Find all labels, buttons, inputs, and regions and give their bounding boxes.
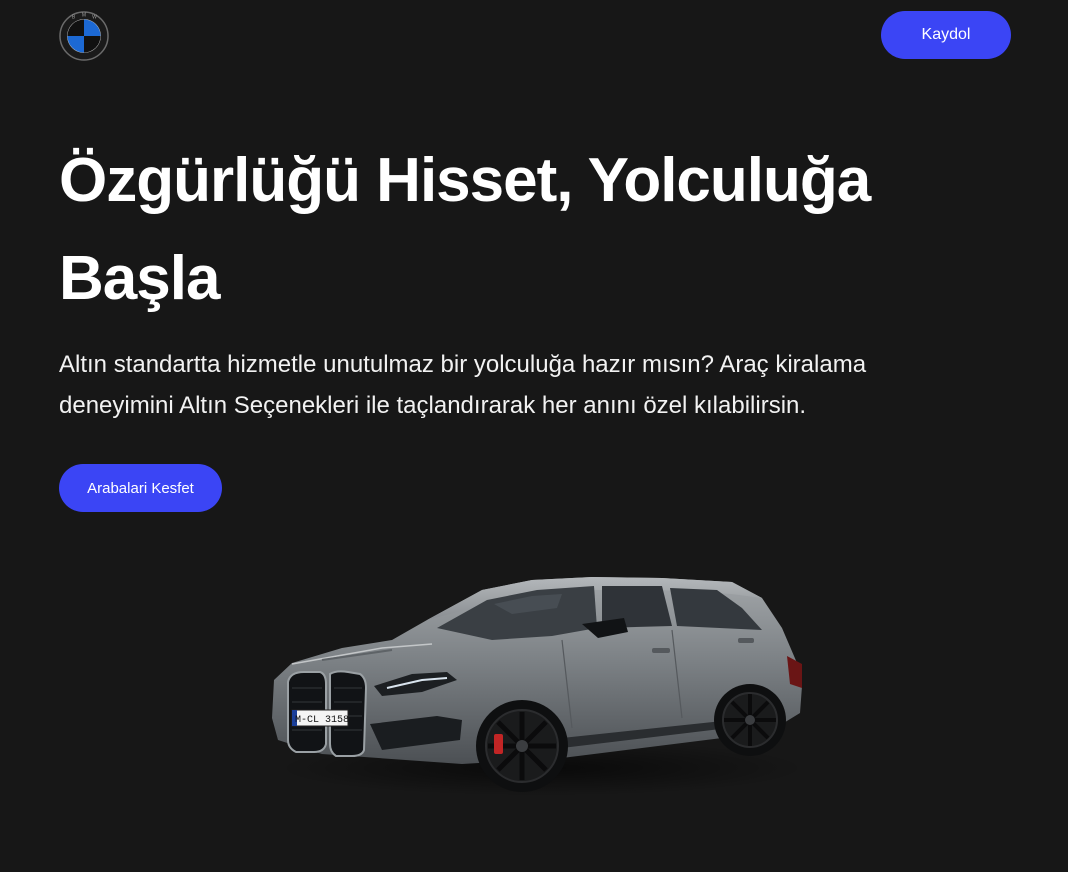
- signup-button[interactable]: Kaydol: [881, 11, 1011, 59]
- hero-title: Özgürlüğü Hisset, Yolculuğa Başla: [59, 132, 959, 328]
- car-image: M-CL 3158: [272, 577, 807, 796]
- hero-title-line-2: Başla: [59, 244, 220, 313]
- hero-description-line-2: deneyimini Altın Seçenekleri ile taçland…: [59, 392, 807, 419]
- logo-letter-w: W: [92, 15, 97, 21]
- hero-title-line-1: Özgürlüğü Hisset, Yolculuğa: [59, 146, 871, 215]
- hero-description-line-1: Altın standartta hizmetle unutulmaz bir …: [59, 351, 867, 378]
- explore-cars-button[interactable]: Arabalari Kesfet: [59, 464, 222, 512]
- site-header: B M W Kaydol: [0, 0, 1068, 80]
- bmw-logo[interactable]: B M W: [59, 11, 109, 61]
- hero-description: Altın standartta hizmetle unutulmaz bir …: [59, 344, 939, 426]
- logo-letter-m: M: [82, 13, 86, 19]
- license-plate: M-CL 3158: [295, 715, 349, 726]
